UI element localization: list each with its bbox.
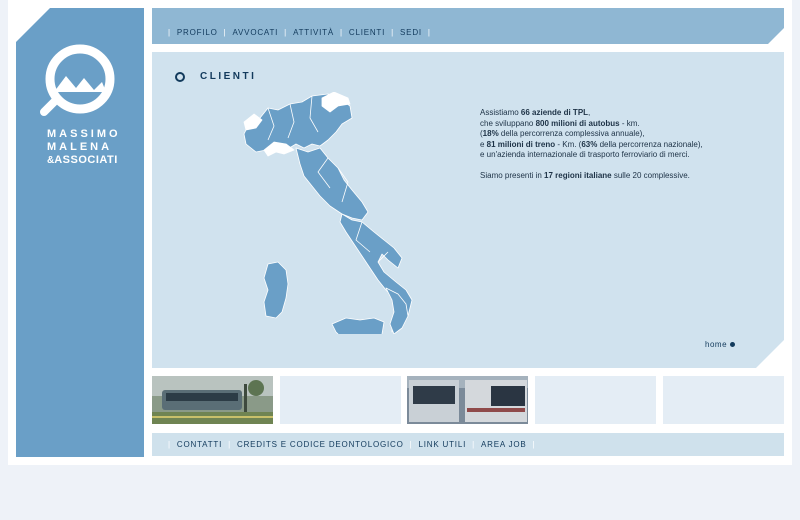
brand-name[interactable]: MASSIMO MALENA &ASSOCIATI: [47, 128, 121, 167]
brand-line-2: MALENA: [47, 141, 113, 153]
main-content: CLIENTI Assistiamo 66 aziende di TPL, ch…: [152, 52, 784, 368]
footer-separator: |: [532, 440, 536, 449]
home-link-label: home: [705, 340, 728, 349]
info-text: - km.: [619, 118, 640, 128]
footer-separator: |: [168, 440, 171, 449]
info-line-1: Assistiamo 66 aziende di TPL,: [480, 108, 750, 119]
nav-separator: |: [339, 28, 343, 37]
top-nav-list: | PROFILO | AVVOCATI | ATTIVITÀ | CLIENT…: [162, 28, 437, 37]
info-line-3: (18% della percorrenza complessiva annua…: [480, 129, 750, 140]
info-text: - Km. (: [555, 139, 582, 149]
info-highlight: 17 regioni italiane: [544, 170, 612, 180]
info-text: e: [480, 139, 487, 149]
map-region-sicily: [331, 317, 385, 334]
info-line-4: e 81 milioni di treno - Km. (63% della p…: [480, 140, 750, 151]
home-link[interactable]: home: [705, 340, 736, 349]
info-highlight: 81 milioni di treno: [486, 139, 556, 149]
nav-item-profilo[interactable]: PROFILO: [177, 28, 218, 37]
italy-map[interactable]: [238, 92, 448, 334]
footer-separator: |: [409, 440, 413, 449]
sidebar-corner-cut: [16, 8, 50, 42]
photo-thumbnail-empty: [280, 376, 401, 424]
main-corner-cut: [756, 340, 784, 368]
nav-separator: |: [223, 28, 227, 37]
footer-item-link-utili[interactable]: LINK UTILI: [419, 440, 467, 449]
info-highlight: 18%: [482, 129, 499, 138]
info-highlight: 800 milioni di autobus: [535, 118, 620, 128]
info-line-6: Siamo presenti in 17 regioni italiane su…: [480, 171, 750, 182]
tram-photo-icon: [152, 376, 273, 424]
clients-info: Assistiamo 66 aziende di TPL, che svilup…: [480, 108, 750, 181]
nav-separator: |: [427, 28, 431, 37]
nav-item-clienti[interactable]: CLIENTI: [349, 28, 385, 37]
nav-item-sedi[interactable]: SEDI: [400, 28, 422, 37]
info-text: sulle 20 complessive.: [611, 170, 690, 180]
brand-line-3: &ASSOCIATI: [47, 154, 121, 167]
info-line-5: e un'azienda internazionale di trasporto…: [480, 150, 690, 159]
section-title: CLIENTI: [200, 71, 257, 82]
footer-separator: |: [228, 440, 231, 449]
bus-photo-icon: [407, 376, 528, 424]
info-text: della percorrenza nazionale),: [597, 139, 703, 149]
nav-item-attivita[interactable]: ATTIVITÀ: [293, 28, 334, 37]
info-text: ,: [588, 108, 591, 117]
nav-separator: |: [284, 28, 288, 37]
photo-thumbnail-empty: [663, 376, 784, 424]
photo-thumbnail-bus: [407, 376, 528, 424]
brand-line-1: MASSIMO: [47, 128, 121, 140]
info-highlight: 63%: [581, 139, 598, 149]
photo-thumbnail-tram: [152, 376, 273, 424]
footer-item-contatti[interactable]: CONTATTI: [177, 440, 222, 449]
section-bullet-icon: [175, 72, 185, 82]
logo-icon[interactable]: [36, 42, 120, 122]
top-nav-corner-cut: [768, 28, 784, 44]
photo-thumbnail-empty: [535, 376, 656, 424]
info-text: della percorrenza complessiva annuale),: [498, 129, 645, 138]
top-nav: | PROFILO | AVVOCATI | ATTIVITÀ | CLIENT…: [152, 8, 784, 44]
home-dot-icon: [730, 342, 736, 347]
footer-nav: | CONTATTI | CREDITS E CODICE DEONTOLOGI…: [152, 433, 784, 456]
info-highlight: 66 aziende di TPL: [520, 108, 589, 117]
brand-associati: ASSOCIATI: [54, 154, 118, 166]
footer-item-area-job[interactable]: AREA JOB: [481, 440, 527, 449]
footer-item-credits[interactable]: CREDITS E CODICE DEONTOLOGICO: [237, 440, 404, 449]
nav-separator: |: [168, 28, 171, 37]
info-text: Assistiamo: [480, 108, 521, 117]
nav-separator: |: [391, 28, 395, 37]
nav-item-avvocati[interactable]: AVVOCATI: [233, 28, 279, 37]
map-region-sardinia: [263, 261, 289, 319]
footer-separator: |: [472, 440, 475, 449]
info-text: che sviluppano: [480, 118, 536, 128]
info-line-2: che sviluppano 800 milioni di autobus - …: [480, 119, 750, 130]
map-region-center: [295, 147, 369, 221]
info-text: Siamo presenti in: [480, 170, 545, 180]
